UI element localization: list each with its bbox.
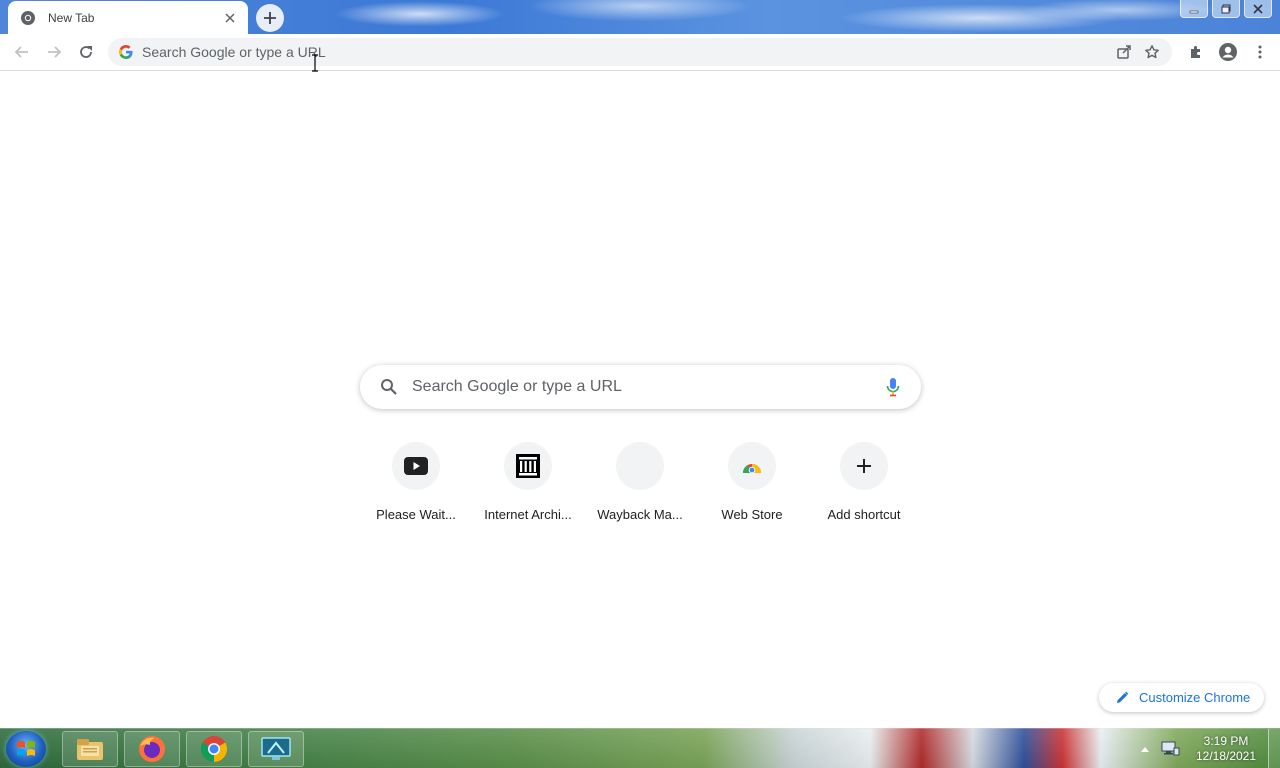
taskbar-file-explorer[interactable] — [62, 731, 118, 767]
forward-button[interactable] — [40, 38, 68, 66]
back-button[interactable] — [8, 38, 36, 66]
browser-toolbar — [0, 34, 1280, 71]
internet-archive-icon — [504, 442, 552, 490]
profile-button[interactable] — [1214, 38, 1242, 66]
star-icon — [1145, 45, 1159, 59]
restore-icon — [1221, 4, 1231, 13]
firefox-icon — [139, 736, 165, 762]
extensions-button[interactable] — [1182, 38, 1210, 66]
google-search-box[interactable] — [360, 365, 921, 409]
chrome-icon — [200, 736, 228, 763]
search-input[interactable] — [412, 378, 885, 396]
close-tab-icon[interactable] — [222, 10, 238, 26]
avatar-icon — [1219, 43, 1237, 61]
customize-chrome-button[interactable]: Customize Chrome — [1099, 683, 1264, 712]
taskbar-chrome[interactable] — [186, 731, 242, 767]
forward-arrow-icon — [48, 46, 62, 58]
shortcut-wayback-machine[interactable]: Wayback Ma... — [584, 442, 696, 532]
windows-taskbar: 3:19 PM 12/18/2021 — [0, 728, 1280, 768]
text-cursor-icon — [312, 54, 318, 72]
network-icon[interactable] — [1160, 740, 1180, 758]
shortcut-internet-archive[interactable]: Internet Archi... — [472, 442, 584, 532]
clock-time: 3:19 PM — [1203, 734, 1249, 748]
omnibox-input[interactable] — [142, 44, 1102, 60]
shortcut-tiles: Please Wait... Internet Archi... Wayback… — [360, 442, 920, 532]
window-controls — [1176, 0, 1272, 20]
back-arrow-icon — [14, 46, 28, 58]
microphone-icon[interactable] — [885, 377, 901, 397]
shortcut-label: Wayback Ma... — [597, 507, 683, 522]
shortcut-please-wait[interactable]: Please Wait... — [360, 442, 472, 532]
pencil-icon — [1115, 691, 1129, 705]
shortcut-label: Please Wait... — [376, 507, 456, 522]
youtube-icon — [392, 442, 440, 490]
share-icon — [1117, 45, 1131, 59]
minimize-icon — [1189, 10, 1199, 13]
tab-strip: New Tab — [0, 0, 1280, 34]
close-icon — [1253, 3, 1263, 14]
add-shortcut-button[interactable]: Add shortcut — [808, 442, 920, 532]
address-bar[interactable] — [108, 38, 1172, 66]
restore-button[interactable] — [1212, 0, 1240, 18]
chrome-web-store-icon — [728, 442, 776, 490]
google-g-icon — [118, 44, 134, 60]
blank-favicon — [616, 442, 664, 490]
minimize-button[interactable] — [1180, 0, 1208, 18]
kebab-menu-icon — [1258, 45, 1262, 59]
shortcut-label: Web Store — [721, 507, 783, 522]
reload-button[interactable] — [72, 38, 100, 66]
chrome-favicon-icon — [20, 10, 36, 26]
bookmark-button[interactable] — [1138, 38, 1166, 66]
close-window-button[interactable] — [1244, 0, 1272, 18]
show-hidden-icons-icon[interactable] — [1140, 745, 1150, 753]
toolbar-right — [1182, 38, 1274, 66]
tab-new-tab[interactable]: New Tab — [8, 1, 248, 34]
windows-logo-icon — [17, 741, 35, 756]
remote-desktop-icon — [261, 737, 291, 760]
plus-icon — [840, 442, 888, 490]
tab-title: New Tab — [48, 10, 95, 25]
share-button[interactable] — [1110, 38, 1138, 66]
system-tray: 3:19 PM 12/18/2021 — [1140, 729, 1280, 768]
shortcut-label: Internet Archi... — [484, 507, 572, 522]
customize-chrome-label: Customize Chrome — [1139, 690, 1251, 705]
clock-date: 12/18/2021 — [1195, 749, 1257, 763]
search-icon — [380, 378, 398, 396]
file-explorer-icon — [77, 739, 103, 760]
shortcut-label: Add shortcut — [827, 507, 901, 522]
reload-icon — [80, 46, 92, 58]
taskbar-clock[interactable]: 3:19 PM 12/18/2021 — [1184, 734, 1268, 764]
menu-button[interactable] — [1246, 38, 1274, 66]
new-tab-button[interactable] — [256, 4, 284, 32]
start-button[interactable] — [6, 731, 46, 767]
show-desktop-button[interactable] — [1268, 729, 1280, 768]
shortcut-web-store[interactable]: Web Store — [696, 442, 808, 532]
plus-icon — [264, 12, 276, 24]
taskbar-firefox[interactable] — [124, 731, 180, 767]
puzzle-icon — [1191, 46, 1200, 58]
taskbar-remote-desktop[interactable] — [248, 731, 304, 767]
